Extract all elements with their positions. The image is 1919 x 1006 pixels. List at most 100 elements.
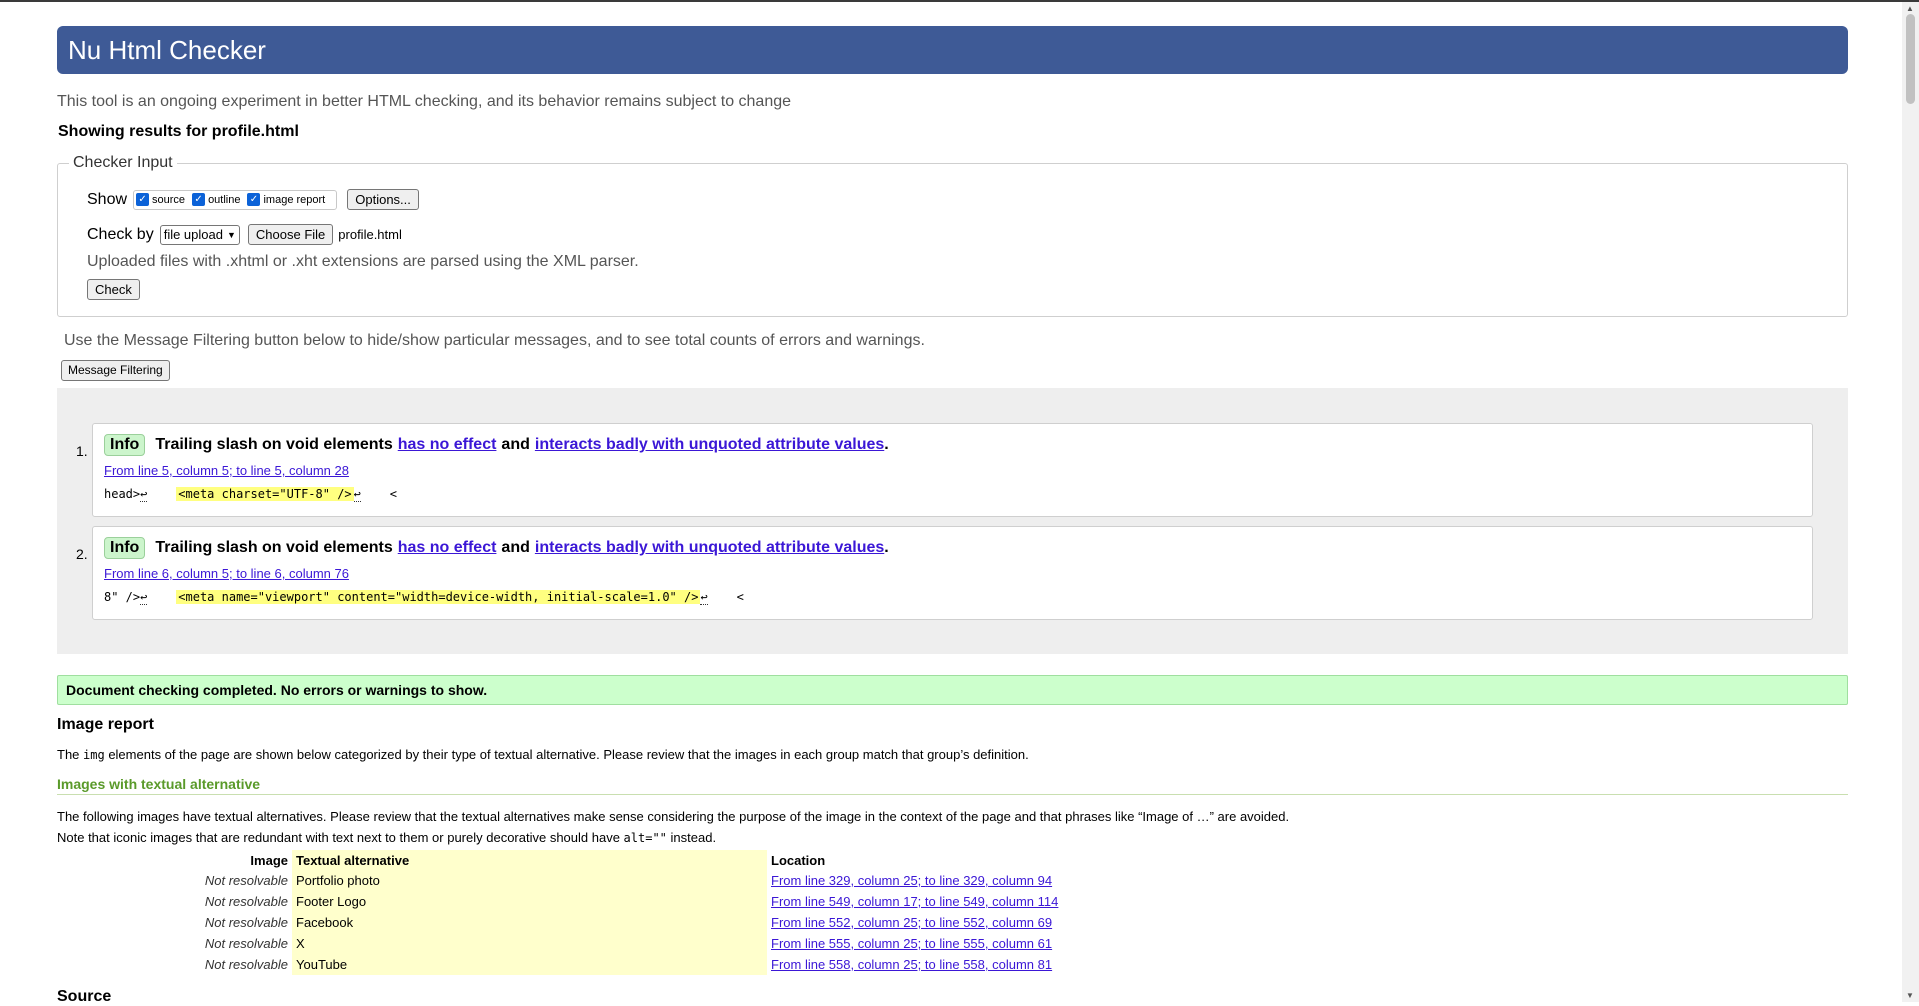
image-cell: Not resolvable [204, 957, 288, 972]
alt-cell: YouTube [292, 954, 767, 975]
table-row: Not resolvable Portfolio photo From line… [130, 870, 1062, 891]
image-cell: Not resolvable [204, 915, 288, 930]
alt-cell: Facebook [292, 912, 767, 933]
tool-subtitle: This tool is an ongoing experiment in be… [57, 93, 792, 110]
image-cell: Not resolvable [204, 873, 288, 888]
image-report-checkbox[interactable]: ✓ image report [247, 193, 325, 206]
check-by-row: Check by file upload ▼ Choose File profi… [87, 224, 402, 245]
info-badge: Info [104, 434, 146, 456]
alt-cell: Footer Logo [292, 891, 767, 912]
alt-cell: Portfolio photo [292, 870, 767, 891]
img-code: img [83, 748, 105, 762]
source-checkbox[interactable]: ✓ source [136, 193, 185, 206]
message-text-end: . [884, 436, 889, 453]
return-icon: ↩ [700, 590, 708, 605]
code-after: < [389, 487, 398, 501]
showing-results-heading: Showing results for profile.html [58, 123, 299, 140]
choose-file-button[interactable]: Choose File [247, 224, 334, 245]
return-icon: ↩ [140, 590, 148, 605]
source-checkbox-label: source [152, 193, 186, 206]
code-highlight: <meta charset="UTF-8" /> [176, 487, 354, 501]
checker-input-fieldset: Checker Input Show ✓ source ✓ outline ✓ … [57, 154, 1848, 317]
code-after: < [736, 590, 744, 604]
alt-note: Note that iconic images that are redunda… [57, 830, 716, 845]
message-text-end: . [884, 539, 889, 556]
check-by-select[interactable]: file upload ▼ [159, 224, 240, 245]
check-button[interactable]: Check [87, 279, 140, 300]
checking-completed-banner: Document checking completed. No errors o… [57, 675, 1848, 705]
image-report-desc-b: elements of the page are shown below cat… [104, 747, 1029, 762]
code-highlight: <meta name="viewport" content="width=dev… [176, 590, 701, 604]
check-by-value: file upload [163, 227, 223, 242]
message-number: 2. [76, 546, 88, 562]
table-header-row: Image Textual alternative Location [130, 850, 1062, 870]
xml-parser-note: Uploaded files with .xhtml or .xht exten… [87, 253, 639, 270]
scrollbar-thumb[interactable] [1906, 14, 1915, 104]
show-options-group: ✓ source ✓ outline ✓ image report [133, 189, 338, 210]
checkmark-icon: ✓ [247, 193, 261, 206]
has-no-effect-link[interactable]: has no effect [398, 539, 497, 557]
code-before: head> [104, 487, 141, 501]
return-icon: ↩ [140, 487, 148, 502]
checkmark-icon: ✓ [136, 193, 150, 206]
column-header-image: Image [250, 852, 288, 868]
outline-checkbox[interactable]: ✓ outline [192, 193, 240, 206]
message-header: Info Trailing slash on void elements has… [104, 537, 889, 559]
vertical-scrollbar[interactable]: ▲ ▼ [1902, 2, 1919, 1002]
table-row: Not resolvable YouTube From line 558, co… [130, 954, 1062, 975]
code-extract: head>↩ <meta charset="UTF-8" /> ↩ < [104, 487, 398, 502]
has-no-effect-link[interactable]: has no effect [398, 436, 497, 454]
options-button[interactable]: Options... [347, 189, 419, 210]
image-report-heading: Image report [57, 716, 154, 733]
message-location-link[interactable]: From line 5, column 5; to line 5, column… [104, 463, 349, 478]
checkmark-icon: ✓ [192, 193, 206, 206]
info-badge: Info [104, 537, 146, 559]
scroll-up-icon[interactable]: ▲ [1906, 4, 1914, 13]
location-link[interactable]: From line 329, column 25; to line 329, c… [771, 873, 1052, 888]
messages-panel: 1. Info Trailing slash on void elements … [57, 388, 1848, 654]
unquoted-attribute-link[interactable]: interacts badly with unquoted attribute … [535, 539, 884, 557]
alt-description: The following images have textual altern… [57, 809, 1290, 824]
message-text: Trailing slash on void elements [155, 436, 393, 453]
chosen-file-name: profile.html [338, 227, 402, 242]
message-text-and: and [501, 436, 530, 453]
table-row: Not resolvable Footer Logo From line 549… [130, 891, 1062, 912]
check-by-label: Check by [87, 225, 154, 243]
message-location-link[interactable]: From line 6, column 5; to line 6, column… [104, 566, 349, 581]
scroll-down-icon[interactable]: ▼ [1906, 991, 1914, 1000]
location-link[interactable]: From line 549, column 17; to line 549, c… [771, 894, 1058, 909]
column-header-location: Location [771, 852, 826, 868]
location-cell: From line 549, column 17; to line 549, c… [767, 891, 1062, 912]
image-cell: Not resolvable [204, 936, 288, 951]
message-number: 1. [76, 443, 88, 459]
location-link[interactable]: From line 558, column 25; to line 558, c… [771, 957, 1052, 972]
image-alt-table: Image Textual alternative Location Not r… [130, 850, 1062, 975]
images-with-alt-heading: Images with textual alternative [57, 776, 1848, 795]
image-cell: Not resolvable [204, 894, 288, 909]
alt-cell: X [292, 933, 767, 954]
filter-note: Use the Message Filtering button below t… [64, 332, 925, 349]
location-link[interactable]: From line 552, column 25; to line 552, c… [771, 915, 1052, 930]
table-row: Not resolvable Facebook From line 552, c… [130, 912, 1062, 933]
unquoted-attribute-link[interactable]: interacts badly with unquoted attribute … [535, 436, 884, 454]
alt-empty-code: alt="" [623, 831, 667, 845]
checker-input-legend: Checker Input [69, 154, 177, 172]
message-text-and: and [501, 539, 530, 556]
location-link[interactable]: From line 555, column 25; to line 555, c… [771, 936, 1052, 951]
return-icon: ↩ [353, 487, 361, 502]
location-cell: From line 552, column 25; to line 552, c… [767, 912, 1062, 933]
image-report-desc-a: The [57, 747, 84, 762]
message-filtering-button[interactable]: Message Filtering [61, 360, 170, 381]
location-cell: From line 555, column 25; to line 555, c… [767, 933, 1062, 954]
image-report-description: The img elements of the page are shown b… [57, 747, 1029, 762]
table-row: Not resolvable X From line 555, column 2… [130, 933, 1062, 954]
page-title: Nu Html Checker [57, 26, 1848, 74]
message-header: Info Trailing slash on void elements has… [104, 434, 889, 456]
outline-checkbox-label: outline [208, 193, 241, 206]
column-header-alt: Textual alternative [292, 850, 767, 870]
alt-note-b: instead. [666, 830, 717, 845]
location-cell: From line 329, column 25; to line 329, c… [767, 870, 1062, 891]
image-report-checkbox-label: image report [263, 193, 326, 206]
message-text: Trailing slash on void elements [155, 539, 393, 556]
message-item: 1. Info Trailing slash on void elements … [76, 423, 1813, 517]
